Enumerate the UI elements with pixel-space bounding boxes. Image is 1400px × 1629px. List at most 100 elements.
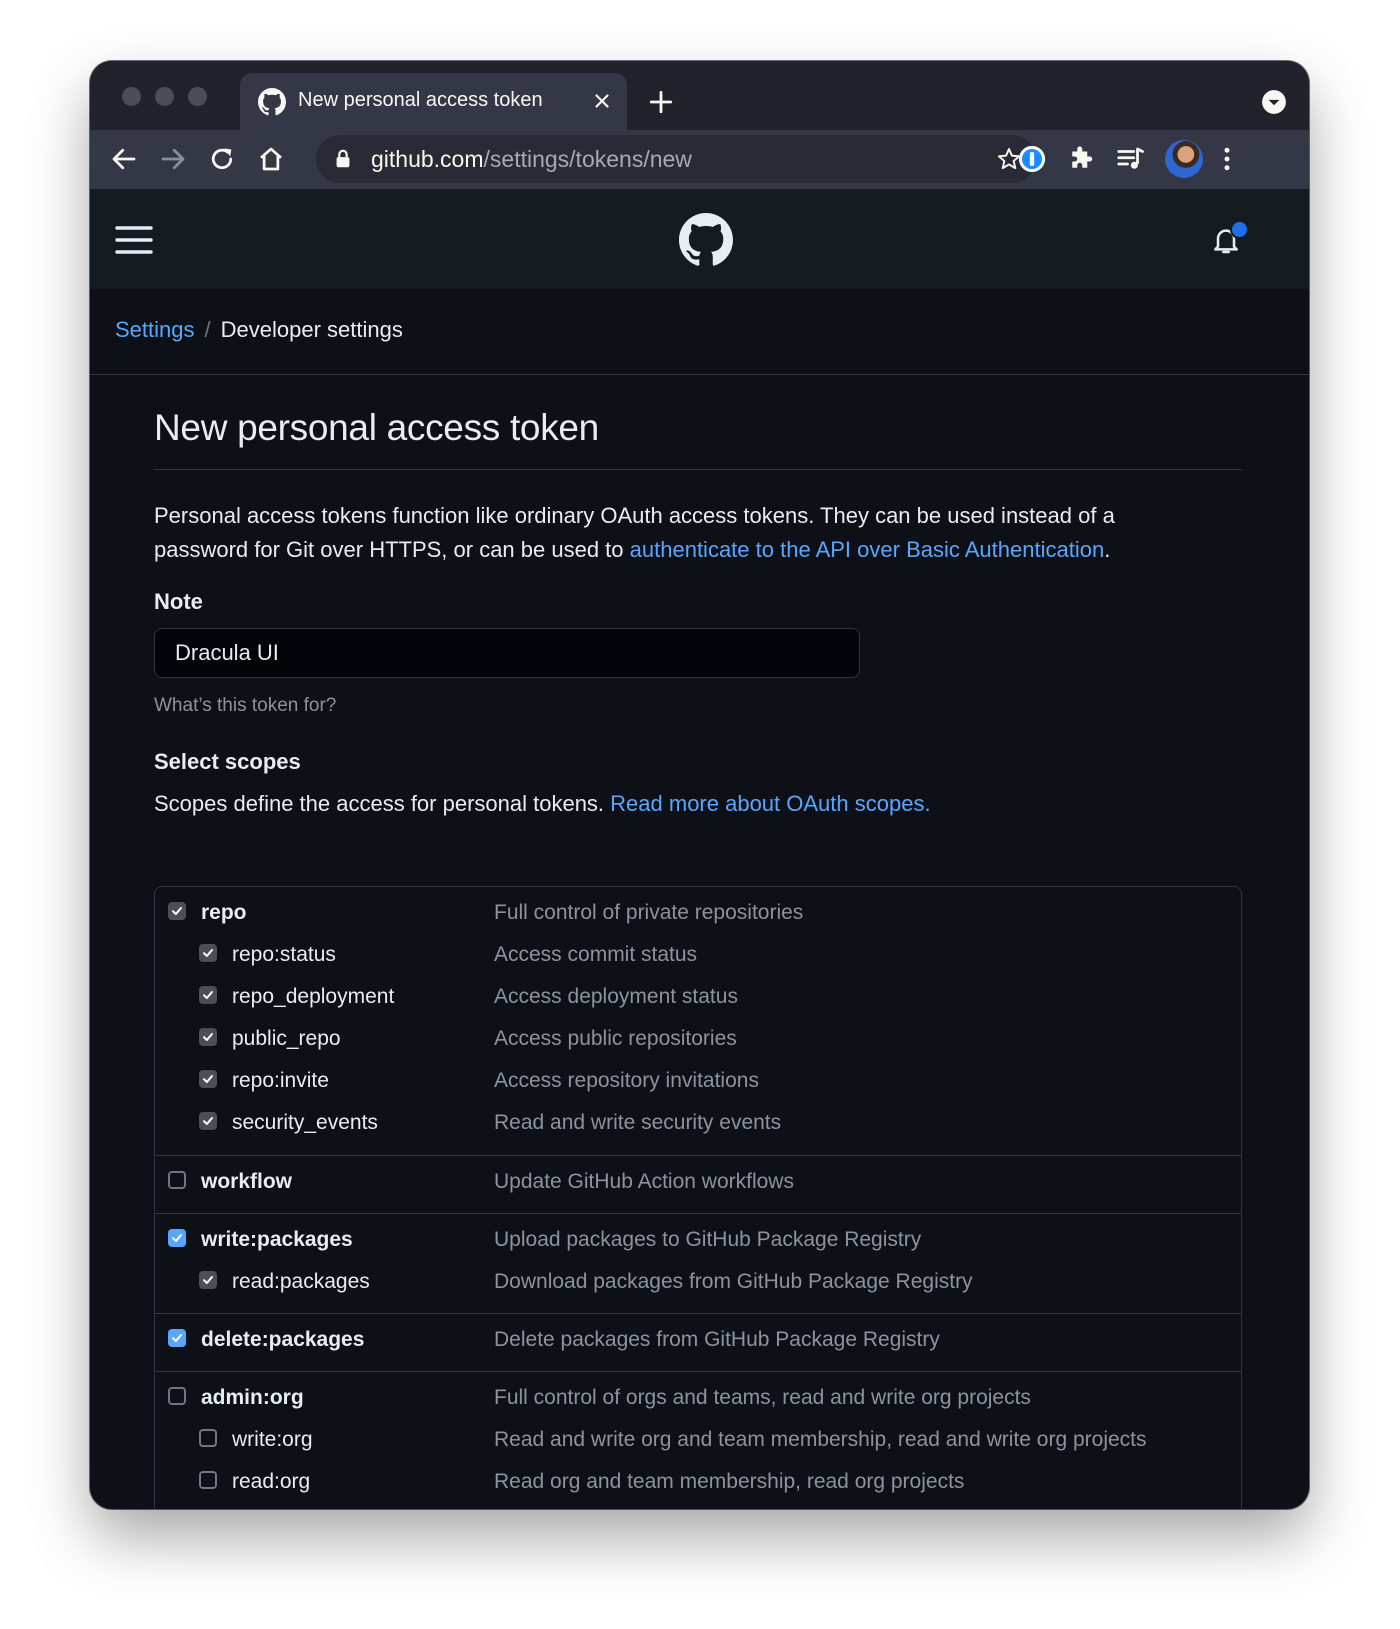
scope-checkbox[interactable] xyxy=(199,1429,217,1447)
plus-icon[interactable] xyxy=(648,89,674,115)
scope-checkbox[interactable] xyxy=(199,986,217,1004)
checkmark-icon xyxy=(172,907,182,915)
scope-checkbox[interactable] xyxy=(168,1171,186,1189)
page-title: New personal access token xyxy=(154,407,599,448)
scope-name[interactable]: public_repo xyxy=(232,1027,341,1051)
scopes-table: repo Full control of private repositories… xyxy=(154,886,1242,1509)
extensions-puzzle-icon[interactable] xyxy=(1066,144,1096,174)
scope-name[interactable]: read:org xyxy=(232,1470,310,1494)
scope-checkbox[interactable] xyxy=(199,1112,217,1130)
scope-description: Full control of orgs and teams, read and… xyxy=(494,1386,1031,1409)
password-manager-icon[interactable] xyxy=(1017,144,1047,174)
scope-checkbox[interactable] xyxy=(199,1070,217,1088)
scope-row: read:org Read org and team membership, re… xyxy=(155,1464,1241,1507)
kebab-menu-icon[interactable] xyxy=(1212,144,1242,174)
breadcrumb-bar: Settings / Developer settings xyxy=(90,289,1309,375)
hamburger-menu-icon[interactable] xyxy=(115,224,153,256)
scope-group: write:packages Upload packages to GitHub … xyxy=(155,1213,1241,1314)
scope-name[interactable]: delete:packages xyxy=(201,1328,364,1352)
breadcrumb-settings-link[interactable]: Settings xyxy=(115,317,195,342)
notification-unread-dot xyxy=(1230,220,1249,239)
scope-name[interactable]: admin:org xyxy=(201,1386,304,1410)
note-label: Note xyxy=(154,589,203,614)
home-icon[interactable] xyxy=(256,144,286,174)
url-path: /settings/tokens/new xyxy=(483,146,692,172)
scope-description: Access commit status xyxy=(494,943,698,966)
scope-row: repo_deployment Access deployment status xyxy=(155,979,1241,1022)
url-host: github.com xyxy=(371,146,484,172)
scope-name[interactable]: read:packages xyxy=(232,1270,370,1294)
scope-description: Access repository invitations xyxy=(494,1069,759,1092)
scope-row: write:packages Upload packages to GitHub … xyxy=(155,1222,1241,1265)
reload-icon[interactable] xyxy=(207,144,237,174)
scope-name[interactable]: repo:invite xyxy=(232,1069,329,1093)
breadcrumb-separator: / xyxy=(204,317,211,342)
scope-name[interactable]: write:org xyxy=(232,1428,313,1452)
scope-group: workflow Update GitHub Action workflows xyxy=(155,1155,1241,1214)
scope-row: security_events Read and write security e… xyxy=(155,1105,1241,1148)
scope-description: Full control of private repositories xyxy=(494,901,804,924)
intro-end: . xyxy=(1104,537,1111,562)
browser-tab-active[interactable]: New personal access token xyxy=(240,73,627,130)
scope-name[interactable]: repo_deployment xyxy=(232,985,394,1009)
scope-group: admin:org Full control of orgs and teams,… xyxy=(155,1371,1241,1509)
checkmark-icon xyxy=(172,1234,182,1242)
scope-checkbox[interactable] xyxy=(168,1229,186,1247)
scope-row: write:org Read and write org and team mem… xyxy=(155,1422,1241,1465)
scope-group: repo Full control of private repositories… xyxy=(155,887,1241,1155)
tab-bar: New personal access token xyxy=(90,61,1309,130)
scope-row: repo:status Access commit status xyxy=(155,937,1241,980)
note-input[interactable] xyxy=(154,628,860,678)
back-arrow-icon[interactable] xyxy=(109,144,139,174)
tab-search-chevron-icon[interactable] xyxy=(1261,89,1287,115)
browser-toolbar: github.com/settings/tokens/new xyxy=(90,130,1309,189)
scope-name[interactable]: workflow xyxy=(201,1170,292,1194)
window-minimize-dot[interactable] xyxy=(155,87,174,106)
scope-description: Delete packages from GitHub Package Regi… xyxy=(494,1328,940,1351)
scope-checkbox[interactable] xyxy=(199,1271,217,1289)
title-divider xyxy=(154,469,1242,470)
scope-checkbox[interactable] xyxy=(199,944,217,962)
basic-auth-link[interactable]: authenticate to the API over Basic Authe… xyxy=(630,537,1105,562)
url-text: github.com/settings/tokens/new xyxy=(371,146,692,173)
scope-name[interactable]: write:packages xyxy=(201,1228,353,1252)
scope-checkbox[interactable] xyxy=(199,1471,217,1489)
scopes-description: Scopes define the access for personal to… xyxy=(154,791,931,817)
scope-row: public_repo Access public repositories xyxy=(155,1021,1241,1064)
scope-name[interactable]: security_events xyxy=(232,1111,378,1135)
address-bar[interactable]: github.com/settings/tokens/new xyxy=(316,135,1036,183)
breadcrumb-current: Developer settings xyxy=(220,317,403,342)
scope-checkbox[interactable] xyxy=(168,902,186,920)
scope-name[interactable]: repo:status xyxy=(232,943,336,967)
oauth-scopes-link[interactable]: Read more about OAuth scopes. xyxy=(610,791,930,816)
tab-title: New personal access token xyxy=(298,89,543,111)
scope-name[interactable]: repo xyxy=(201,901,247,925)
profile-avatar[interactable] xyxy=(1165,140,1203,178)
scope-row: repo:invite Access repository invitations xyxy=(155,1063,1241,1106)
scope-description: Read org and team membership, read org p… xyxy=(494,1470,965,1493)
github-favicon-icon xyxy=(258,88,286,116)
scope-checkbox[interactable] xyxy=(168,1329,186,1347)
scope-row: read:packages Download packages from GitH… xyxy=(155,1264,1241,1307)
note-help-text: What’s this token for? xyxy=(154,695,337,716)
github-logo-icon[interactable] xyxy=(679,213,733,267)
checkmark-icon xyxy=(203,1075,213,1083)
scope-checkbox[interactable] xyxy=(168,1387,186,1405)
scope-checkbox[interactable] xyxy=(199,1028,217,1046)
scope-row: workflow Update GitHub Action workflows xyxy=(155,1164,1241,1207)
close-icon[interactable] xyxy=(591,90,613,112)
scope-row: repo Full control of private repositories xyxy=(155,895,1241,938)
scope-description: Access deployment status xyxy=(494,985,738,1008)
window-zoom-dot[interactable] xyxy=(188,87,207,106)
media-queue-icon[interactable] xyxy=(1115,144,1145,174)
checkmark-icon xyxy=(172,1334,182,1342)
scope-description: Upload packages to GitHub Package Regist… xyxy=(494,1228,922,1251)
select-scopes-label: Select scopes xyxy=(154,749,301,774)
scope-description: Update GitHub Action workflows xyxy=(494,1170,794,1193)
window-close-dot[interactable] xyxy=(122,87,141,106)
scope-description: Download packages from GitHub Package Re… xyxy=(494,1270,973,1293)
lock-icon[interactable] xyxy=(332,148,354,170)
checkmark-icon xyxy=(203,949,213,957)
forward-arrow-icon[interactable] xyxy=(158,144,188,174)
intro-paragraph: Personal access tokens function like ord… xyxy=(154,499,1214,567)
